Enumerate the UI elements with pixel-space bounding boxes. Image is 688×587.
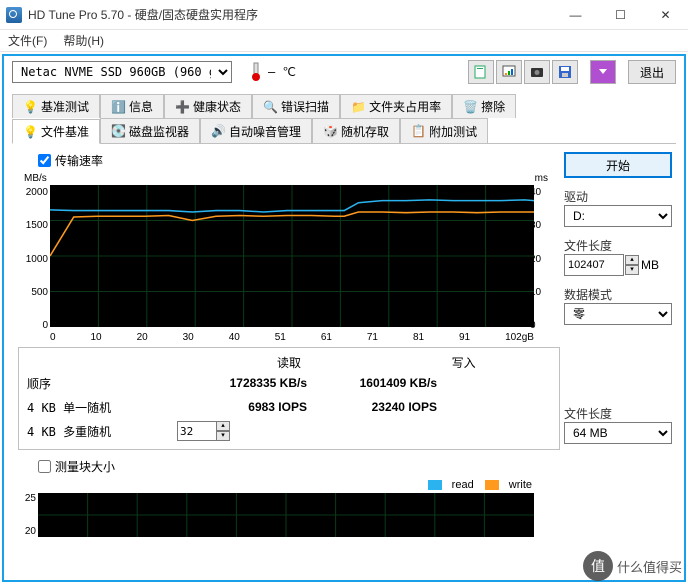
block-chart: 2520 — [18, 493, 560, 549]
seq-read: 1728335 KB/s — [177, 376, 307, 390]
tab-error-scan[interactable]: 🔍错误扫描 — [252, 94, 340, 118]
y-left-unit: MB/s — [24, 173, 47, 184]
transfer-rate-label: 传输速率 — [55, 152, 103, 169]
thermometer-icon — [248, 62, 264, 82]
4k-single-label: 4 KB 单一随机 — [27, 399, 167, 416]
file-benchmark-icon: 💡 — [23, 125, 37, 139]
4k-multi-label: 4 KB 多重随机 — [27, 423, 167, 440]
copy-screenshot-button[interactable] — [496, 60, 522, 84]
temperature: — ℃ — [248, 62, 296, 82]
drive-letter-select[interactable]: D: — [564, 205, 672, 227]
exit-button[interactable]: 退出 — [628, 60, 676, 84]
erase-icon: 🗑️ — [463, 100, 477, 114]
window-title: HD Tune Pro 5.70 - 硬盘/固态硬盘实用程序 — [28, 6, 553, 23]
read-header: 读取 — [202, 354, 377, 371]
tab-info[interactable]: ℹ️信息 — [100, 94, 164, 118]
menu-help[interactable]: 帮助(H) — [63, 32, 104, 49]
queue-depth-stepper[interactable]: ▴▾ — [216, 421, 230, 441]
data-mode-label: 数据模式 — [564, 286, 672, 303]
titlebar: HD Tune Pro 5.70 - 硬盘/固态硬盘实用程序 — ☐ ✕ — [0, 0, 688, 30]
file-length2-label: 文件长度 — [564, 405, 672, 422]
queue-depth-input[interactable]: 32 — [177, 421, 217, 441]
app-icon — [6, 7, 22, 23]
tab-file-benchmark[interactable]: 💡文件基准 — [12, 119, 100, 144]
tab-random-access[interactable]: 🎲随机存取 — [312, 118, 400, 143]
4k-single-read: 6983 IOPS — [177, 400, 307, 414]
sidebar: 开始 驱动 D: 文件长度 ▴▾ MB 数据模式 零 文件长度 64 MB — [564, 144, 684, 580]
watermark-icon: 值 — [583, 551, 613, 581]
screenshot-button[interactable] — [524, 60, 550, 84]
extra-icon: 📋 — [411, 124, 425, 138]
sound-icon: 🔊 — [211, 124, 225, 138]
options-button[interactable] — [590, 60, 616, 84]
info-icon: ℹ️ — [111, 100, 125, 114]
tab-health[interactable]: ➕健康状态 — [164, 94, 252, 118]
chart2-legend: read write — [18, 479, 560, 493]
close-button[interactable]: ✕ — [643, 0, 688, 30]
drive-label: 驱动 — [564, 188, 672, 205]
tab-folder-usage[interactable]: 📁文件夹占用率 — [340, 94, 452, 118]
4k-single-write: 23240 IOPS — [307, 400, 437, 414]
y-left-axis: 2000150010005000 — [18, 187, 48, 331]
transfer-chart: MB/s ms 2000150010005000 403020100 — [18, 173, 560, 343]
maximize-button[interactable]: ☐ — [598, 0, 643, 30]
minimize-button[interactable]: — — [553, 0, 598, 30]
menu-file[interactable]: 文件(F) — [8, 32, 47, 49]
folder-icon: 📁 — [351, 100, 365, 114]
start-button[interactable]: 开始 — [564, 152, 672, 178]
file-length-unit: MB — [641, 258, 659, 272]
drive-select[interactable]: Netac NVME SSD 960GB (960 gB) — [12, 61, 232, 83]
file-length-input[interactable] — [564, 254, 624, 276]
write-header: 写入 — [376, 354, 551, 371]
results-table: 读取 写入 顺序 1728335 KB/s 1601409 KB/s 4 KB … — [18, 347, 560, 450]
health-icon: ➕ — [175, 100, 189, 114]
monitor-icon: 💽 — [111, 124, 125, 138]
tab-disk-monitor[interactable]: 💽磁盘监视器 — [100, 118, 200, 143]
y-right-unit: ms — [535, 173, 548, 184]
toolbar: Netac NVME SSD 960GB (960 gB) — ℃ 退出 — [4, 56, 684, 88]
save-button[interactable] — [552, 60, 578, 84]
block-size-label: 测量块大小 — [55, 458, 115, 475]
tab-extra-tests[interactable]: 📋附加测试 — [400, 118, 488, 143]
x-axis: 0102030405161718191102gB — [50, 332, 534, 343]
y-right-axis: 403020100 — [530, 187, 560, 331]
transfer-rate-checkbox[interactable] — [38, 154, 51, 167]
tab-aam[interactable]: 🔊自动噪音管理 — [200, 118, 312, 143]
block-size-checkbox[interactable] — [38, 460, 51, 473]
file-length2-select[interactable]: 64 MB — [564, 422, 672, 444]
seq-label: 顺序 — [27, 375, 167, 392]
tab-benchmark[interactable]: 💡基准测试 — [12, 94, 100, 118]
file-length-stepper[interactable]: ▴▾ — [625, 255, 639, 275]
tab-erase[interactable]: 🗑️擦除 — [452, 94, 516, 118]
app-frame: Netac NVME SSD 960GB (960 gB) — ℃ 退出 💡基准… — [2, 54, 686, 582]
chart-svg — [50, 185, 534, 327]
seq-write: 1601409 KB/s — [307, 376, 437, 390]
tabs: 💡基准测试 ℹ️信息 ➕健康状态 🔍错误扫描 📁文件夹占用率 🗑️擦除 💡文件基… — [4, 88, 684, 144]
temperature-value: — ℃ — [268, 65, 296, 79]
watermark: 值 什么值得买 — [583, 551, 682, 581]
copy-info-button[interactable] — [468, 60, 494, 84]
menubar: 文件(F) 帮助(H) — [0, 30, 688, 52]
benchmark-icon: 💡 — [23, 100, 37, 114]
data-mode-select[interactable]: 零 — [564, 303, 672, 325]
random-icon: 🎲 — [323, 124, 337, 138]
file-length-label: 文件长度 — [564, 237, 672, 254]
scan-icon: 🔍 — [263, 100, 277, 114]
